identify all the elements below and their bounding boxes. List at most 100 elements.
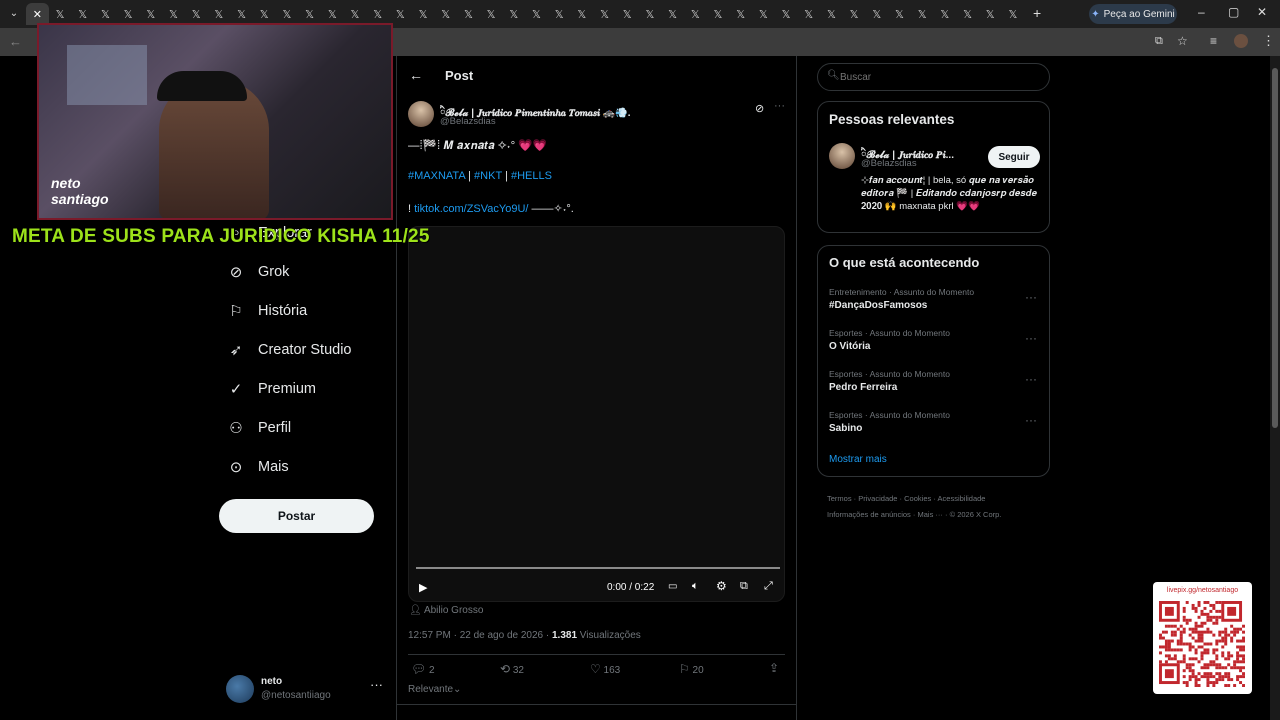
browser-tab[interactable]: 𝕏 [865,3,888,25]
footer-link[interactable]: Cookies [904,494,931,503]
hashtag-link[interactable]: #HELLS [511,170,552,182]
share-icon[interactable]: ⇪ [769,661,779,675]
nav-item-grok[interactable]: ⊘ Grok [228,263,290,281]
follow-button[interactable]: Seguir [988,146,1040,168]
star-icon[interactable]: ☆ [1177,34,1188,48]
browser-tab[interactable]: 𝕏 [94,3,117,25]
browser-tab[interactable]: 𝕏 [344,3,367,25]
play-icon[interactable]: ▶ [419,581,427,594]
browser-tab[interactable]: 𝕏 [185,3,208,25]
browser-tab[interactable]: 𝕏 [548,3,571,25]
audio-attribution[interactable]: 👤︎ Abilio Grosso [409,605,483,616]
minimize-button[interactable]: – [1198,5,1205,19]
browser-tab[interactable]: 𝕏 [979,3,1002,25]
install-app-icon[interactable]: ⧉ [1155,35,1163,48]
back-arrow-icon[interactable]: ← [409,67,423,83]
browser-tab[interactable]: 𝕏 [934,3,957,25]
browser-tab[interactable]: 𝕏 [139,3,162,25]
browser-tab[interactable]: 𝕏 [162,3,185,25]
browser-tab[interactable]: 𝕏 [49,3,72,25]
browser-tab[interactable]: 𝕏 [1002,3,1025,25]
browser-tab[interactable]: 𝕏 [707,3,730,25]
trend-topic[interactable]: O Vitória [829,341,1039,352]
close-tab-icon[interactable]: ✕ [26,3,49,25]
browser-tab[interactable]: 𝕏 [956,3,979,25]
browser-tab[interactable]: 𝕏 [480,3,503,25]
browser-tab[interactable]: 𝕏 [684,3,707,25]
avatar[interactable] [829,143,855,169]
volume-icon[interactable]: 🔈︎ [692,580,699,593]
browser-tab[interactable]: 𝕏 [71,3,94,25]
trend-more-icon[interactable]: ··· [1025,290,1037,304]
browser-menu-icon[interactable]: ⋮ [1262,33,1275,49]
browser-tab[interactable]: 𝕏 [208,3,231,25]
browser-tab[interactable]: 𝕏 [843,3,866,25]
account-more-icon[interactable]: ··· [370,677,383,692]
post-button[interactable]: Postar [219,499,374,533]
browser-tab[interactable]: 𝕏 [639,3,662,25]
pip-icon[interactable]: ⧉ [740,580,748,593]
new-tab-button[interactable]: + [1033,5,1041,21]
browser-tab[interactable]: 𝕏 [321,3,344,25]
reply-button[interactable]: 💬︎ 2 [411,662,435,676]
trend-more-icon[interactable]: ··· [1025,413,1037,427]
author-avatar[interactable] [408,101,434,127]
reading-list-icon[interactable]: ≡ [1210,34,1217,48]
settings-icon[interactable]: ⚙ [716,579,727,593]
search-input[interactable] [840,69,1040,85]
trend-topic[interactable]: #DançaDosFamosos [829,300,1039,311]
captions-icon[interactable]: ▭ [668,581,677,592]
footer-link[interactable]: Informações de anúncios [827,510,911,519]
browser-tab[interactable]: 𝕏 [298,3,321,25]
browser-tab[interactable]: 𝕏 [820,3,843,25]
author-handle[interactable]: @Belazsdias [440,116,496,127]
hashtag-link[interactable]: #MAXNATA [408,170,465,182]
post-timestamp[interactable]: 12:57 PM · 22 de ago de 2026 · [408,630,552,641]
browser-tab[interactable]: 𝕏 [525,3,548,25]
nav-item-perfil[interactable]: ⚇ Perfil [228,419,291,437]
video-progress-track[interactable] [416,567,780,569]
show-more-link[interactable]: Mostrar mais [829,454,887,465]
browser-tab[interactable]: 𝕏 [616,3,639,25]
browser-tab[interactable]: 𝕏 [797,3,820,25]
footer-link[interactable]: © 2026 X Corp. [950,510,1002,519]
search-box[interactable]: 🔍︎ [817,63,1050,91]
browser-tab[interactable]: 𝕏 [888,3,911,25]
nav-item-história[interactable]: ⚐ História [228,302,307,320]
browser-tab[interactable]: 𝕏 [366,3,389,25]
nav-item-creator-studio[interactable]: ➶ Creator Studio [228,341,352,359]
profile-avatar-icon[interactable] [1234,34,1248,48]
browser-tab[interactable]: 𝕏 [457,3,480,25]
tab-search-chevron-icon[interactable]: ⌄ [8,7,20,19]
browser-tab[interactable]: 𝕏 [752,3,775,25]
browser-tab[interactable]: 𝕏 [911,3,934,25]
browser-tab[interactable]: 𝕏 [230,3,253,25]
browser-tab[interactable]: 𝕏 [117,3,140,25]
trend-topic[interactable]: Pedro Ferreira [829,382,1039,393]
fullscreen-icon[interactable]: ⤢ [764,580,773,593]
hashtag-link[interactable]: #NKT [474,170,502,182]
footer-link[interactable]: Termos [827,494,852,503]
scrollbar-thumb[interactable] [1272,68,1278,428]
footer-link[interactable]: Privacidade [858,494,897,503]
close-window-button[interactable]: ✕ [1257,5,1267,19]
browser-tab[interactable]: 𝕏 [389,3,412,25]
like-button[interactable]: ♡ 163 [590,662,620,676]
account-switcher[interactable]: neto @netosantiiago ··· [226,675,386,705]
tiktok-link[interactable]: tiktok.com/ZSVacYo9U/ [414,203,528,215]
browser-tab[interactable]: 𝕏 [253,3,276,25]
grok-icon[interactable]: ⊘ [755,102,764,115]
relevant-handle[interactable]: @Belazsdias [861,158,917,169]
browser-tab[interactable]: 𝕏 [775,3,798,25]
footer-link[interactable]: Acessibilidade [938,494,986,503]
browser-tab[interactable]: 𝕏 [729,3,752,25]
browser-tab[interactable]: 𝕏 [276,3,299,25]
browser-tab[interactable]: 𝕏 [434,3,457,25]
footer-link[interactable]: Mais ··· [917,510,942,519]
trend-topic[interactable]: Sabino [829,423,1039,434]
page-scrollbar[interactable] [1270,56,1280,720]
nav-item-mais[interactable]: ⊙ Mais [228,458,289,476]
trend-more-icon[interactable]: ··· [1025,372,1037,386]
video-player[interactable]: ▶ 0:00 / 0:22 ▭ 🔈︎ ⚙ ⧉ ⤢ [408,226,785,602]
nav-item-premium[interactable]: ✓ Premium [228,380,316,398]
